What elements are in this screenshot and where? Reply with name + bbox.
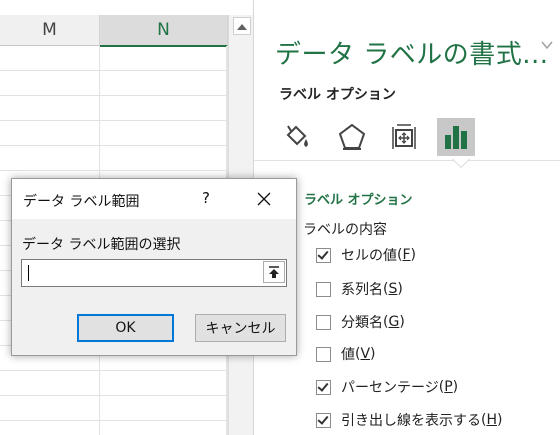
label-contains-heading: ラベルの内容: [303, 222, 387, 238]
dialog-title: データ ラベル範囲: [23, 194, 140, 210]
tab-size-properties[interactable]: [385, 118, 423, 156]
dialog-body: データ ラベル範囲の選択 OK キャンセル: [12, 219, 296, 355]
cancel-button[interactable]: キャンセル: [195, 314, 286, 342]
option-percentage-key: P: [444, 379, 453, 395]
close-icon: [257, 192, 271, 206]
tab-fill-line[interactable]: [278, 118, 316, 156]
ok-button[interactable]: OK: [77, 314, 174, 342]
sheet-top-band: [0, 0, 228, 15]
tab-effects[interactable]: [333, 118, 371, 156]
chevron-down-icon[interactable]: [541, 40, 553, 50]
tab-label-options[interactable]: [437, 118, 475, 156]
range-input-box[interactable]: [21, 259, 287, 287]
option-percentage-label: パーセンテージ: [341, 380, 439, 396]
checkbox-value[interactable]: [316, 346, 331, 362]
option-cell-value-key: F: [402, 247, 411, 263]
size-properties-icon: [392, 124, 416, 149]
checkbox-show-leader-lines[interactable]: [316, 412, 331, 428]
checkbox-series-name[interactable]: [316, 281, 331, 297]
column-header-n-label: N: [157, 20, 170, 40]
column-header-m[interactable]: M: [0, 15, 100, 46]
pane-divider: [254, 160, 560, 161]
scroll-up-button[interactable]: [233, 17, 251, 35]
bar-chart-icon: [445, 126, 467, 149]
checkbox-category-name[interactable]: [316, 314, 331, 330]
help-button[interactable]: ?: [197, 189, 215, 209]
option-show-leader-lines-key: H: [486, 412, 497, 428]
active-tab-pointer: [452, 158, 470, 167]
column-header-n[interactable]: N: [100, 15, 228, 47]
option-cell-value-label: セルの値: [341, 248, 397, 264]
checkbox-cell-value[interactable]: [316, 247, 331, 263]
format-data-labels-pane: データ ラベルの書式... ラベル オプション ラベル オプション ラベルの内容…: [253, 0, 560, 435]
fill-line-icon: [286, 125, 308, 147]
option-category-name[interactable]: 分類名(G): [316, 311, 405, 333]
pane-title: データ ラベルの書式...: [275, 40, 549, 70]
option-value-key: V: [360, 346, 371, 362]
option-cell-value[interactable]: セルの値(F): [316, 244, 416, 266]
option-value[interactable]: 値(V): [316, 343, 376, 365]
range-prompt-label: データ ラベル範囲の選択: [22, 237, 181, 253]
option-category-name-key: G: [388, 314, 400, 330]
column-header-m-label: M: [42, 20, 57, 40]
option-value-label: 値: [341, 347, 355, 363]
range-input[interactable]: [22, 260, 260, 286]
option-series-name[interactable]: 系列名(S): [316, 278, 403, 300]
range-collapse-button[interactable]: [263, 261, 285, 283]
pane-subtitle[interactable]: ラベル オプション: [279, 84, 396, 104]
option-show-leader-lines-label: 引き出し線を表示する: [341, 413, 481, 429]
checkbox-percentage[interactable]: [316, 379, 331, 395]
option-series-name-label: 系列名: [341, 282, 383, 298]
option-percentage[interactable]: パーセンテージ(P): [316, 376, 458, 398]
close-button[interactable]: [252, 187, 276, 211]
dialog-titlebar[interactable]: データ ラベル範囲 ?: [12, 179, 296, 219]
option-category-name-label: 分類名: [341, 315, 383, 331]
collapse-dialog-icon: [269, 265, 279, 278]
arrow-up-icon: [237, 23, 247, 30]
option-series-name-key: S: [388, 281, 398, 297]
data-label-range-dialog: データ ラベル範囲 ? データ ラベル範囲の選択 OK キャンセル: [11, 178, 297, 356]
option-show-leader-lines[interactable]: 引き出し線を表示する(H): [316, 409, 502, 431]
text-caret: [28, 265, 29, 281]
section-heading-label-options[interactable]: ラベル オプション: [304, 189, 413, 208]
effects-icon: [338, 123, 366, 150]
